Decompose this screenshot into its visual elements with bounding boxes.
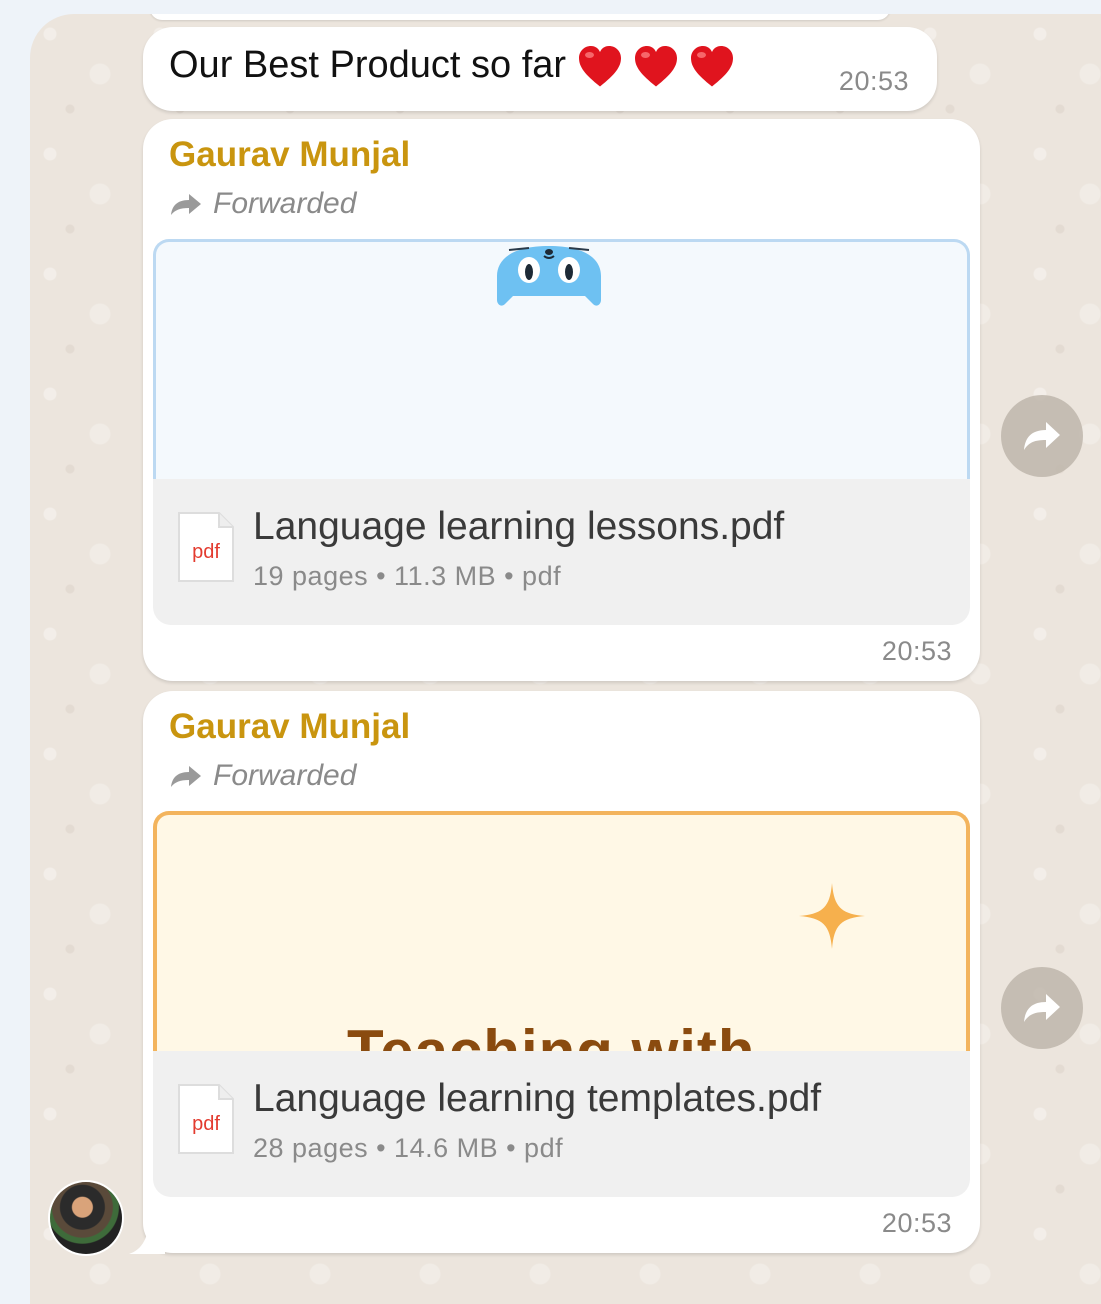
heart-icon	[691, 46, 734, 87]
pdf-icon-label: pdf	[192, 541, 220, 563]
forward-message-button[interactable]	[1001, 967, 1083, 1049]
file-name: Language learning templates.pdf	[253, 1077, 822, 1120]
document-message-bubble[interactable]: Gaurav Munjal Forwarded pdf Language lea…	[143, 119, 980, 681]
forward-arrow-icon	[171, 766, 201, 787]
file-meta: 19 pages • 11.3 MB • pdf	[253, 561, 562, 591]
heart-emojis	[576, 43, 736, 91]
pdf-icon-label: pdf	[192, 1113, 220, 1135]
cat-illustration	[497, 246, 601, 306]
share-forward-icon	[1024, 422, 1060, 450]
document-preview[interactable]	[153, 239, 970, 479]
file-name: Language learning lessons.pdf	[253, 505, 785, 548]
message-timestamp: 20:53	[881, 1208, 952, 1238]
message-timestamp: 20:53	[838, 66, 909, 96]
forwarded-label: Forwarded	[213, 759, 357, 792]
preview-title-partial: Teaching with	[347, 1017, 756, 1051]
forwarded-indicator: Forwarded	[169, 187, 356, 221]
file-info-row[interactable]: pdf Language learning lessons.pdf 19 pag…	[153, 479, 970, 625]
text-message-bubble[interactable]: Our Best Product so far 20:53	[143, 27, 937, 111]
message-text-line: Our Best Product so far	[169, 43, 736, 91]
heart-icon	[579, 46, 622, 87]
message-timestamp: 20:53	[881, 636, 952, 666]
previous-message-bubble-edge	[150, 14, 890, 20]
forwarded-indicator: Forwarded	[169, 759, 356, 793]
share-forward-icon	[1024, 994, 1060, 1022]
message-text: Our Best Product so far	[169, 44, 567, 87]
document-preview[interactable]: Teaching with	[153, 811, 970, 1051]
forward-arrow-icon	[171, 194, 201, 215]
chat-area: Our Best Product so far 20:53 Gaurav Mun…	[30, 14, 1101, 1304]
heart-icon	[635, 46, 678, 87]
forward-message-button[interactable]	[1001, 395, 1083, 477]
sparkle-icon	[799, 883, 865, 949]
bubble-tail	[129, 1224, 165, 1254]
file-info-row[interactable]: pdf Language learning templates.pdf 28 p…	[153, 1051, 970, 1197]
forwarded-label: Forwarded	[213, 187, 357, 220]
sender-name[interactable]: Gaurav Munjal	[169, 707, 410, 747]
sender-name[interactable]: Gaurav Munjal	[169, 135, 410, 175]
file-meta: 28 pages • 14.6 MB • pdf	[253, 1133, 564, 1163]
document-message-bubble[interactable]: Gaurav Munjal Forwarded Teaching with pd…	[143, 691, 980, 1253]
avatar[interactable]	[50, 1182, 122, 1254]
